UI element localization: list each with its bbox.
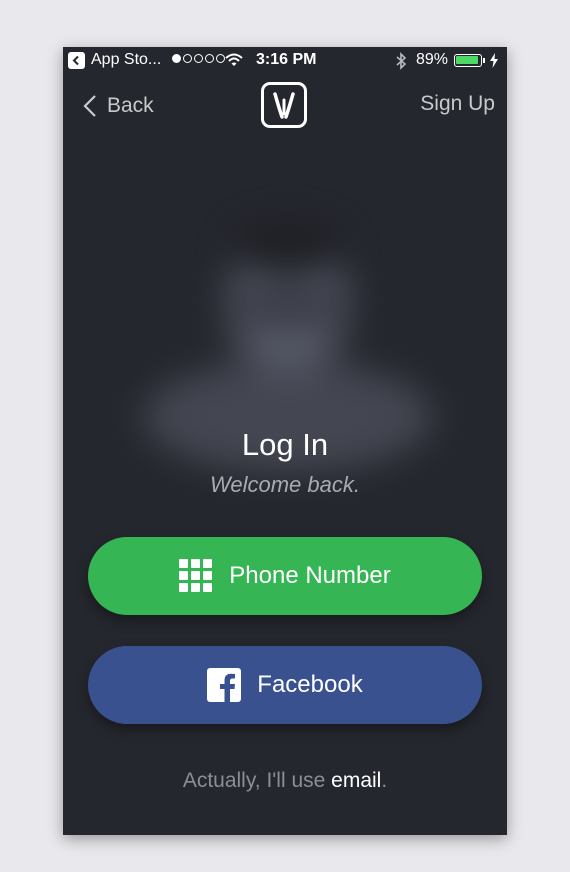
email-login-link[interactable]: email	[331, 769, 381, 792]
back-to-app-label[interactable]: App Sto...	[91, 51, 161, 69]
alt-login-prefix: Actually, I'll use	[182, 769, 332, 792]
alt-login-text: Actually, I'll use email.	[63, 769, 507, 793]
charging-icon	[490, 53, 498, 68]
phone-number-button[interactable]: Phone Number	[88, 537, 482, 615]
wifi-icon	[225, 53, 243, 66]
chevron-left-icon	[83, 95, 96, 117]
facebook-label: Facebook	[257, 671, 363, 698]
back-button[interactable]: Back	[83, 91, 154, 121]
avatar	[143, 222, 433, 472]
page-title: Log In	[241, 427, 329, 462]
facebook-icon	[207, 668, 242, 702]
clock: 3:16 PM	[256, 51, 317, 68]
sign-up-button[interactable]: Sign Up	[420, 92, 495, 116]
status-bar: App Sto... 3:16 PM 89%	[63, 47, 507, 75]
bluetooth-icon	[396, 52, 407, 70]
facebook-button[interactable]: Facebook	[88, 646, 482, 724]
signal-strength	[172, 54, 225, 63]
app-screen: App Sto... 3:16 PM 89% Back Sign Up Log …	[63, 47, 507, 835]
back-app-icon[interactable]	[68, 52, 85, 69]
battery-icon	[454, 54, 485, 67]
back-label: Back	[107, 94, 154, 117]
page-subtitle: Welcome back.	[210, 472, 360, 497]
jiosaavn-logo-icon	[261, 82, 307, 128]
alt-login-suffix: .	[381, 769, 388, 792]
battery-percent: 89%	[416, 51, 449, 68]
phone-number-label: Phone Number	[229, 562, 391, 589]
keypad-icon	[179, 559, 213, 593]
